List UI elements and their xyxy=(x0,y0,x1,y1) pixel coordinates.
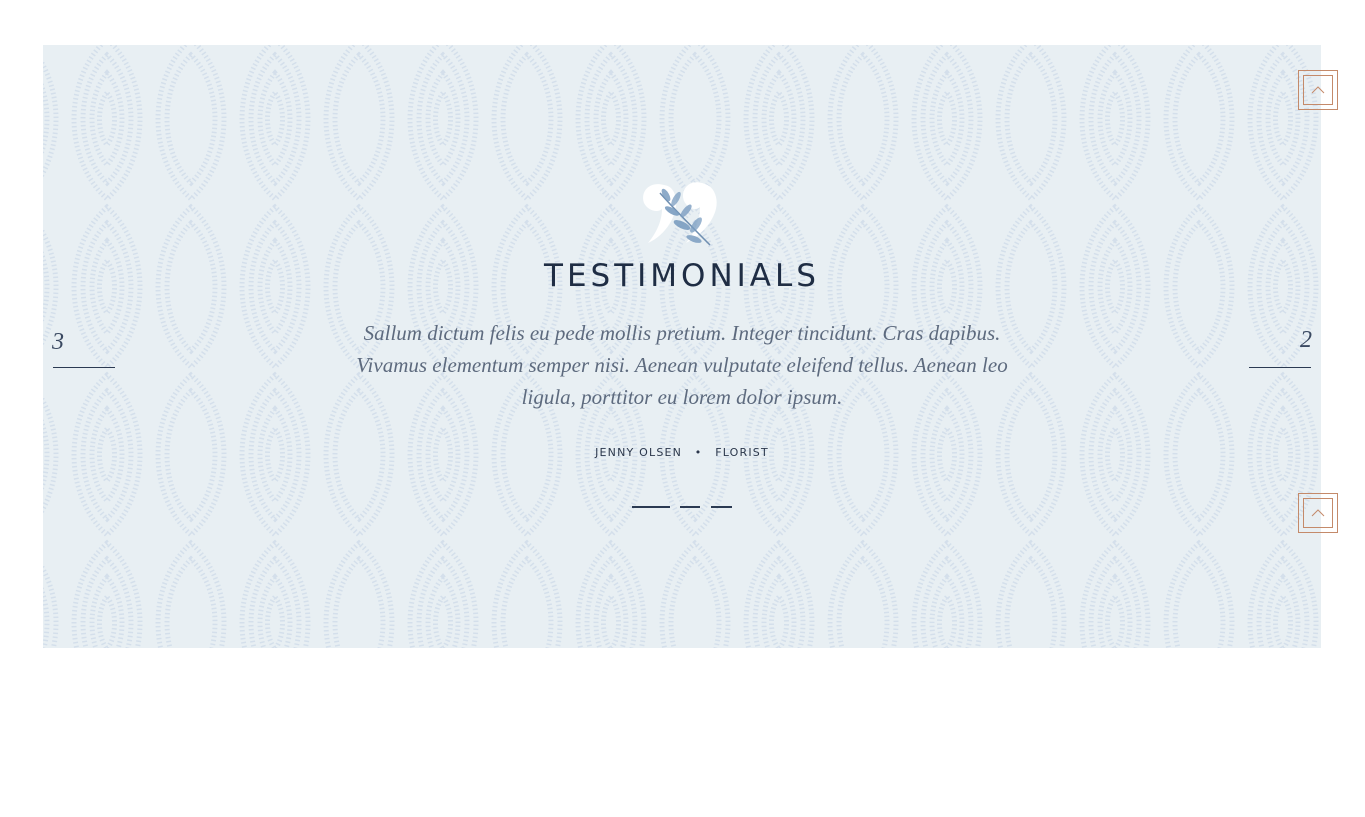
prev-slide-number[interactable]: 3 xyxy=(52,329,64,356)
scroll-to-top-button-secondary[interactable] xyxy=(1298,493,1338,533)
scroll-to-top-button[interactable] xyxy=(1298,70,1338,110)
author-separator: • xyxy=(694,446,703,459)
chevron-up-icon xyxy=(1311,509,1325,517)
pagination-bullet-1[interactable] xyxy=(632,506,670,508)
testimonial-author: JENNY OLSEN • FLORIST xyxy=(43,446,1321,459)
prev-slide-line[interactable] xyxy=(53,367,115,368)
next-slide-number[interactable]: 2 xyxy=(1300,327,1312,354)
pagination-bullet-2[interactable] xyxy=(680,506,700,508)
testimonials-section: TESTIMONIALS Sallum dictum felis eu pede… xyxy=(43,45,1321,648)
section-title: TESTIMONIALS xyxy=(544,258,820,294)
testimonial-quote: Sallum dictum felis eu pede mollis preti… xyxy=(356,321,1008,409)
author-name: JENNY OLSEN xyxy=(595,446,683,459)
quote-leaf-icon xyxy=(643,182,717,246)
author-role: FLORIST xyxy=(715,446,769,459)
pagination-bullet-3[interactable] xyxy=(711,506,732,508)
next-slide-line[interactable] xyxy=(1249,367,1311,368)
chevron-up-icon xyxy=(1311,86,1325,94)
